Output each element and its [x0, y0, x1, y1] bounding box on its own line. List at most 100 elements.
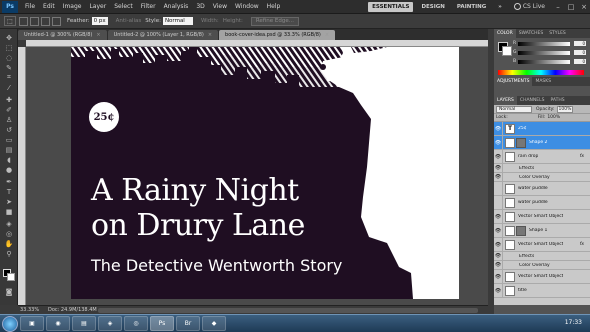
subtract-selection-icon[interactable] [41, 16, 50, 26]
dodge-tool-icon[interactable]: ● [3, 165, 15, 174]
menu-image[interactable]: Image [59, 3, 86, 10]
cs-live-button[interactable]: CS Live [513, 3, 545, 10]
tab-close-icon[interactable]: × [96, 32, 100, 38]
tab-channels[interactable]: CHANNELS [517, 98, 548, 103]
taskbar-app-4-icon[interactable]: ◈ [98, 316, 122, 331]
menu-layer[interactable]: Layer [85, 3, 110, 10]
taskbar-app-5-icon[interactable]: ◎ [124, 316, 148, 331]
marquee-tool-icon[interactable]: ⬚ [3, 43, 15, 52]
layer-row[interactable]: 👁 rain drop fx [494, 150, 590, 164]
tab-paths[interactable]: PATHS [547, 98, 567, 103]
layer-row[interactable]: 👁 T 25¢ [494, 122, 590, 136]
taskbar-app-3-icon[interactable]: ▤ [72, 316, 96, 331]
eye-icon[interactable]: 👁 [494, 261, 503, 269]
clone-stamp-tool-icon[interactable]: ♙ [3, 115, 15, 124]
slider-r[interactable] [518, 42, 570, 46]
tab-close-icon[interactable]: × [208, 32, 212, 38]
taskbar-clock[interactable]: 17:33 [565, 319, 582, 326]
refine-edge-button[interactable]: Refine Edge... [250, 16, 299, 26]
tab-untitled-2[interactable]: Untitled-2 @ 100% (Layer 1, RGB/8) × [107, 30, 219, 40]
add-selection-icon[interactable] [30, 16, 39, 26]
slider-g[interactable] [518, 51, 570, 55]
marquee-tool-preset-icon[interactable]: ⬚ [4, 16, 16, 26]
menu-3d[interactable]: 3D [192, 3, 208, 10]
intersect-selection-icon[interactable] [52, 16, 61, 26]
slider-b-value[interactable]: 0 [574, 59, 586, 64]
layer-row[interactable]: 👁 Vector Smart Object [494, 270, 590, 284]
horizontal-ruler[interactable] [26, 40, 488, 47]
layer-effect-row[interactable]: 👁 Color Overlay [494, 261, 590, 270]
layer-row[interactable]: 👁 Vector Smart Object [494, 210, 590, 224]
tab-color[interactable]: COLOR [494, 29, 516, 38]
eye-icon[interactable]: 👁 [494, 164, 503, 172]
tab-swatches[interactable]: SWATCHES [516, 31, 547, 36]
tab-layers[interactable]: LAYERS [494, 96, 517, 105]
horizontal-scrollbar[interactable] [98, 308, 478, 313]
tab-close-icon[interactable]: × [325, 32, 329, 38]
maximize-icon[interactable]: □ [565, 2, 577, 12]
background-color-chip[interactable] [502, 46, 512, 56]
start-button[interactable] [2, 315, 18, 332]
eye-icon[interactable]: 👁 [494, 136, 503, 149]
fill-input[interactable]: 100% [547, 115, 560, 120]
tab-adjustments[interactable]: ADJUSTMENTS [494, 77, 533, 86]
slider-g-value[interactable]: 0 [574, 50, 586, 55]
eye-icon[interactable]: 👁 [494, 173, 503, 181]
tab-book-cover[interactable]: book-cover-idea.psd @ 33.3% (RGB/8) × [219, 30, 336, 40]
workspace-design[interactable]: DESIGN [417, 2, 448, 12]
eye-icon[interactable]: 👁 [494, 238, 503, 251]
workspace-more[interactable]: » [494, 2, 506, 12]
tab-masks[interactable]: MASKS [532, 79, 554, 84]
eye-icon[interactable]: 👁 [494, 224, 503, 237]
eye-icon[interactable]: 👁 [494, 150, 503, 163]
document-canvas[interactable]: 25¢ A Rainy Night on Drury Lane The Dete… [71, 47, 459, 299]
eye-icon[interactable]: 👁 [494, 252, 503, 260]
eye-icon[interactable]: 👁 [494, 270, 503, 283]
menu-edit[interactable]: Edit [39, 3, 59, 10]
layer-row[interactable]: 👁 Shape 2 [494, 136, 590, 150]
quick-select-tool-icon[interactable]: ✎ [3, 63, 15, 72]
eye-icon[interactable] [494, 196, 503, 209]
menu-file[interactable]: File [21, 3, 39, 10]
taskbar-app-7-icon[interactable]: Br [176, 316, 200, 331]
taskbar-app-2-icon[interactable]: ◉ [46, 316, 70, 331]
slider-b[interactable] [518, 60, 570, 64]
hand-tool-icon[interactable]: ✋ [3, 239, 15, 248]
lasso-tool-icon[interactable]: ◌ [3, 53, 15, 62]
taskbar-photoshop-icon[interactable]: Ps [150, 316, 174, 331]
zoom-tool-icon[interactable]: ⚲ [3, 249, 15, 258]
quick-mask-icon[interactable]: ◙ [3, 287, 15, 296]
new-selection-icon[interactable] [19, 16, 28, 26]
layer-row[interactable]: 👁 Vector Smart Object fx [494, 238, 590, 252]
eraser-tool-icon[interactable]: ▭ [3, 135, 15, 144]
layer-effects-row[interactable]: 👁 Effects [494, 252, 590, 261]
menu-analysis[interactable]: Analysis [160, 3, 193, 10]
history-brush-tool-icon[interactable]: ↺ [3, 125, 15, 134]
move-tool-icon[interactable]: ✥ [3, 33, 15, 42]
layer-row[interactable]: 👁 Shape 1 [494, 224, 590, 238]
feather-input[interactable]: 0 px [91, 17, 108, 25]
blur-tool-icon[interactable]: ◖ [3, 155, 15, 164]
menu-help[interactable]: Help [263, 3, 285, 10]
eye-icon[interactable]: 👁 [494, 210, 503, 223]
layer-row[interactable]: water puddle [494, 196, 590, 210]
brush-tool-icon[interactable]: ✐ [3, 105, 15, 114]
opacity-input[interactable]: 100% [556, 105, 574, 113]
layer-row[interactable]: 👁 title [494, 284, 590, 298]
workspace-painting[interactable]: PAINTING [453, 2, 490, 12]
type-tool-icon[interactable]: T [3, 187, 15, 196]
menu-filter[interactable]: Filter [137, 3, 160, 10]
vertical-ruler[interactable] [18, 47, 26, 305]
eye-icon[interactable] [494, 182, 503, 195]
layer-effect-row[interactable]: 👁 Color Overlay [494, 173, 590, 182]
eyedropper-tool-icon[interactable]: ⁄ [3, 83, 15, 92]
slider-r-value[interactable]: 0 [574, 41, 586, 46]
tab-styles[interactable]: STYLES [546, 31, 569, 36]
background-color-swatch[interactable] [7, 273, 15, 281]
minimize-icon[interactable]: – [552, 2, 564, 12]
gradient-tool-icon[interactable]: ▤ [3, 145, 15, 154]
eye-icon[interactable]: 👁 [494, 284, 503, 297]
crop-tool-icon[interactable]: ⌗ [3, 73, 15, 82]
fx-icon[interactable]: fx [580, 154, 584, 159]
3d-orbit-tool-icon[interactable]: ◎ [3, 229, 15, 238]
